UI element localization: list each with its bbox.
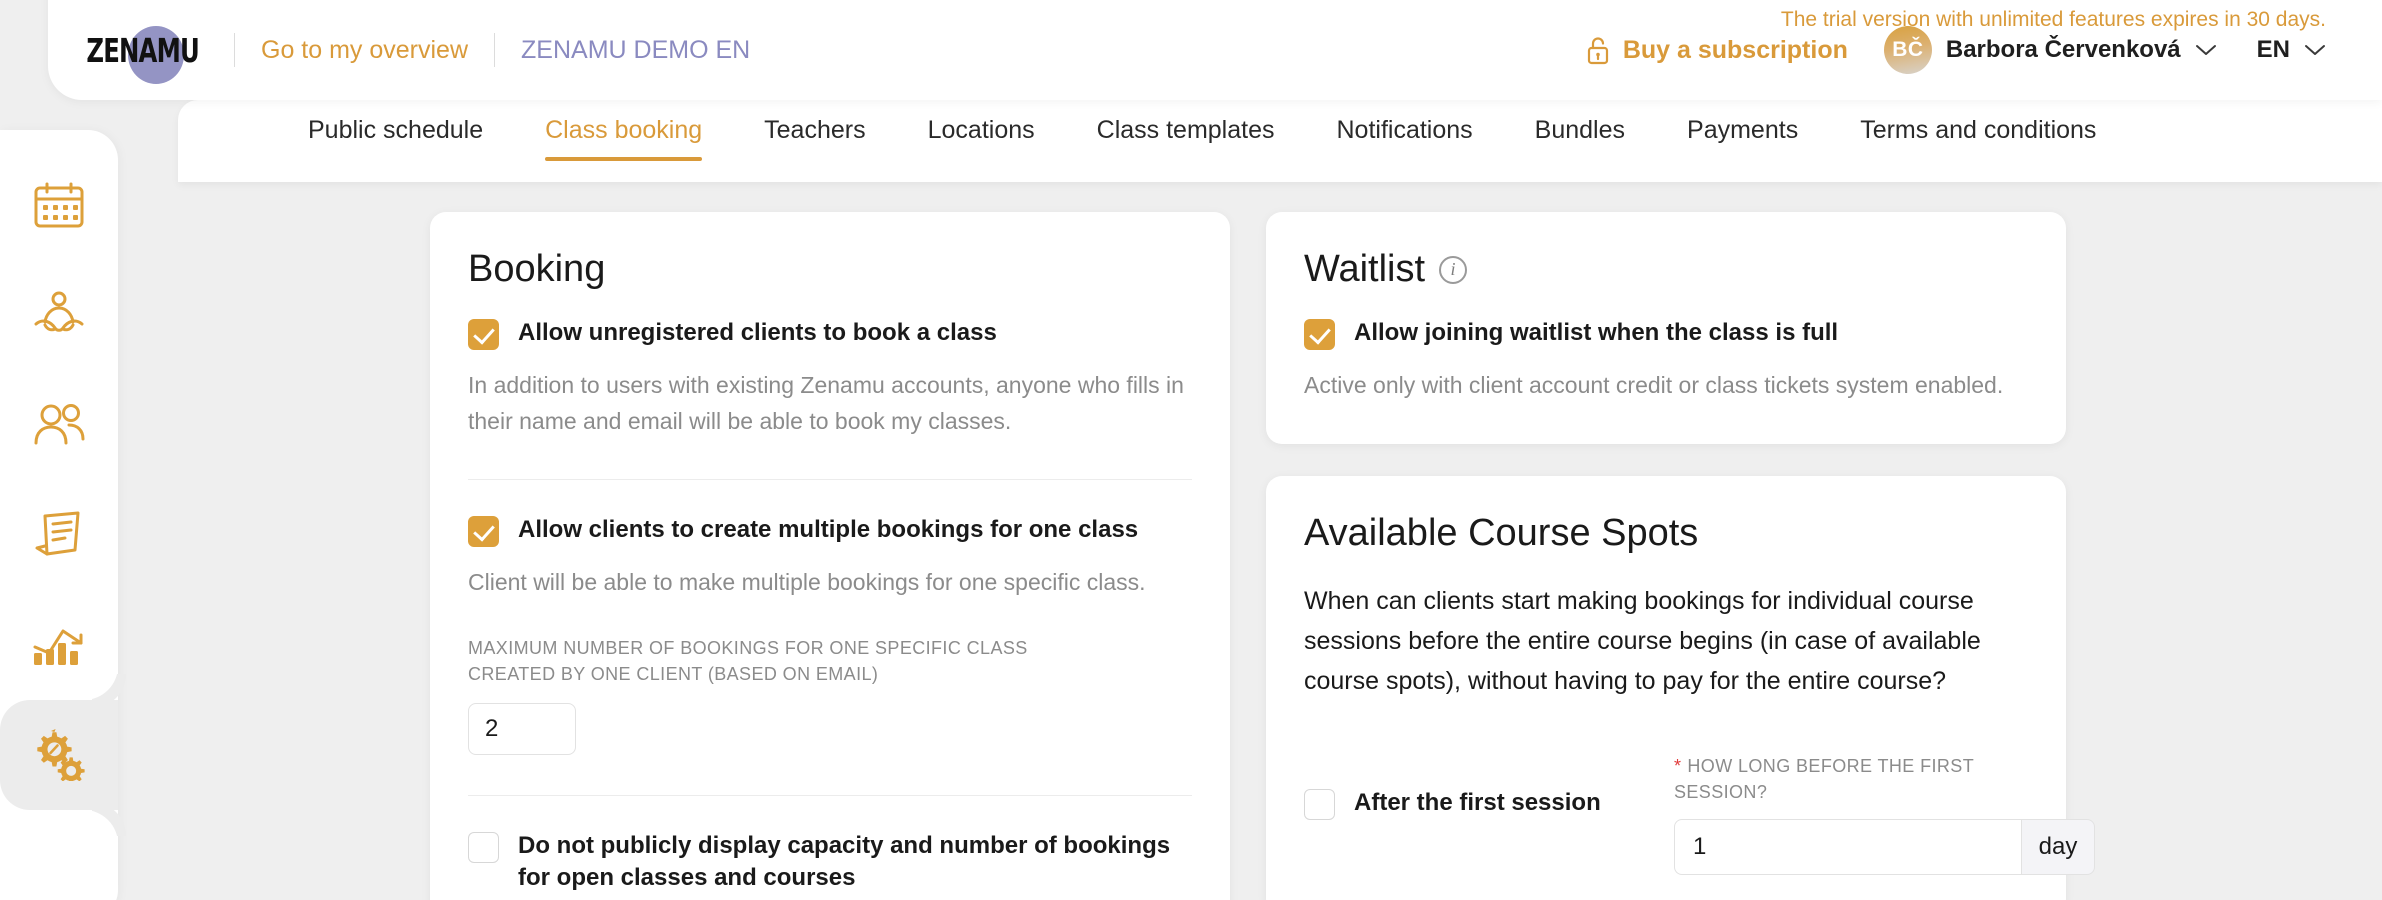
how-long-input[interactable] bbox=[1674, 818, 2021, 875]
buy-subscription-label: Buy a subscription bbox=[1622, 35, 1848, 64]
allow-multiple-row[interactable]: Allow clients to create multiple booking… bbox=[468, 514, 1192, 548]
course-spots-title: Available Course Spots bbox=[1304, 511, 1699, 554]
after-first-session-label: After the first session bbox=[1354, 788, 1601, 816]
allow-unregistered-checkbox[interactable] bbox=[468, 319, 499, 350]
after-first-session-group: After the first session bbox=[1304, 753, 1634, 820]
how-long-label-text: HOW LONG BEFORE THE FIRST SESSION? bbox=[1674, 755, 1974, 802]
tab-teachers[interactable]: Teachers bbox=[764, 116, 865, 161]
hide-capacity-row[interactable]: Do not publicly display capacity and num… bbox=[468, 830, 1192, 893]
yoga-pose-icon bbox=[31, 291, 87, 339]
waitlist-card: Waitlist i Allow joining waitlist when t… bbox=[1266, 212, 2066, 444]
allow-waitlist-label: Allow joining waitlist when the class is… bbox=[1354, 319, 1839, 346]
booking-card: Booking Allow unregistered clients to bo… bbox=[430, 212, 1230, 900]
top-header: The trial version with unlimited feature… bbox=[48, 0, 2382, 100]
info-icon[interactable]: i bbox=[1439, 255, 1468, 284]
after-first-session-row[interactable]: After the first session bbox=[1304, 787, 1634, 820]
allow-multiple-checkbox[interactable] bbox=[468, 516, 499, 548]
tab-terms-and-conditions[interactable]: Terms and conditions bbox=[1860, 116, 2096, 161]
how-long-input-group: day bbox=[1674, 818, 2095, 875]
booking-card-title: Booking bbox=[468, 248, 606, 290]
app-root: The trial version with unlimited feature… bbox=[0, 0, 2382, 900]
booking-divider-1 bbox=[468, 479, 1192, 481]
header-divider-2 bbox=[494, 33, 496, 67]
unlock-icon bbox=[1585, 35, 1611, 65]
allow-unregistered-label: Allow unregistered clients to book a cla… bbox=[518, 319, 997, 346]
sidebar-item-settings[interactable] bbox=[0, 666, 118, 844]
course-spots-card: Available Course Spots When can clients … bbox=[1266, 475, 2095, 900]
sidebar-item-invoices[interactable] bbox=[0, 480, 118, 590]
course-spots-controls: After the first session * HOW LONG BEFORE… bbox=[1304, 753, 2095, 875]
settings-tabbar: Public schedule Class booking Teachers L… bbox=[178, 100, 2382, 182]
people-icon bbox=[31, 401, 87, 449]
chevron-down-icon bbox=[2304, 43, 2326, 57]
left-column: Booking Allow unregistered clients to bo… bbox=[430, 212, 1230, 900]
tab-class-templates[interactable]: Class templates bbox=[1097, 116, 1275, 161]
waitlist-card-title: Waitlist i bbox=[1304, 248, 2028, 291]
allow-unregistered-helper: In addition to users with existing Zenam… bbox=[468, 372, 1184, 434]
tab-bundles[interactable]: Bundles bbox=[1535, 116, 1625, 161]
language-label: EN bbox=[2256, 36, 2290, 63]
statistics-chart-icon bbox=[31, 621, 87, 669]
waitlist-title-text: Waitlist bbox=[1304, 248, 1426, 290]
allow-multiple-label: Allow clients to create multiple booking… bbox=[518, 516, 1139, 544]
allow-waitlist-checkbox[interactable] bbox=[1304, 319, 1335, 350]
main-content: Booking Allow unregistered clients to bo… bbox=[118, 182, 2382, 900]
booking-divider-2 bbox=[468, 795, 1192, 797]
studio-name-link[interactable]: ZENAMU DEMO EN bbox=[521, 36, 750, 65]
sidebar-item-classes[interactable] bbox=[0, 260, 118, 370]
logo-text: ZENAMU bbox=[86, 30, 200, 70]
course-spots-question: When can clients start making bookings f… bbox=[1304, 586, 1981, 695]
right-column: Waitlist i Allow joining waitlist when t… bbox=[1266, 212, 2095, 900]
how-long-label: * HOW LONG BEFORE THE FIRST SESSION? bbox=[1674, 753, 2028, 805]
tab-payments[interactable]: Payments bbox=[1687, 116, 1798, 161]
after-first-session-checkbox[interactable] bbox=[1304, 788, 1335, 820]
tab-locations[interactable]: Locations bbox=[928, 116, 1035, 161]
max-bookings-label: MAXIMUM NUMBER OF BOOKINGS FOR ONE SPECI… bbox=[468, 637, 1028, 685]
header-divider-1 bbox=[234, 33, 235, 67]
buy-subscription-button[interactable]: Buy a subscription bbox=[1585, 35, 1848, 65]
calendar-icon bbox=[33, 181, 85, 229]
sidebar-item-calendar[interactable] bbox=[0, 150, 118, 260]
allow-waitlist-row[interactable]: Allow joining waitlist when the class is… bbox=[1304, 317, 2028, 350]
invoice-document-icon bbox=[33, 510, 85, 560]
waitlist-helper: Active only with client account credit o… bbox=[1304, 372, 2004, 398]
tab-notifications[interactable]: Notifications bbox=[1337, 116, 1473, 161]
avatar: BČ bbox=[1883, 26, 1932, 74]
header-actions: Buy a subscription BČ Barbora Červenková… bbox=[1585, 26, 2382, 74]
hide-capacity-checkbox[interactable] bbox=[468, 832, 499, 864]
chevron-down-icon bbox=[2195, 43, 2217, 57]
sidebar-item-clients[interactable] bbox=[0, 370, 118, 480]
language-selector[interactable]: EN bbox=[2257, 36, 2326, 64]
allow-multiple-helper: Client will be able to make multiple boo… bbox=[468, 569, 1146, 596]
user-name: Barbora Červenková bbox=[1945, 36, 2181, 63]
left-sidebar bbox=[0, 130, 118, 900]
how-long-unit-suffix: day bbox=[2021, 818, 2095, 875]
user-menu[interactable]: BČ Barbora Červenková bbox=[1883, 26, 2217, 74]
hide-capacity-label: Do not publicly display capacity and num… bbox=[518, 832, 1171, 891]
settings-gears-icon bbox=[31, 729, 87, 781]
max-bookings-input[interactable] bbox=[468, 703, 576, 756]
required-marker: * bbox=[1674, 755, 1682, 776]
zenamu-logo[interactable]: ZENAMU bbox=[78, 20, 208, 84]
tab-public-schedule[interactable]: Public schedule bbox=[308, 116, 483, 161]
go-to-overview-link[interactable]: Go to my overview bbox=[261, 36, 468, 65]
tab-class-booking[interactable]: Class booking bbox=[545, 116, 703, 161]
allow-unregistered-row[interactable]: Allow unregistered clients to book a cla… bbox=[468, 317, 1192, 350]
how-long-group: *HOW LONG BEFORE THE FIRST SESSION? day bbox=[1674, 753, 2095, 875]
